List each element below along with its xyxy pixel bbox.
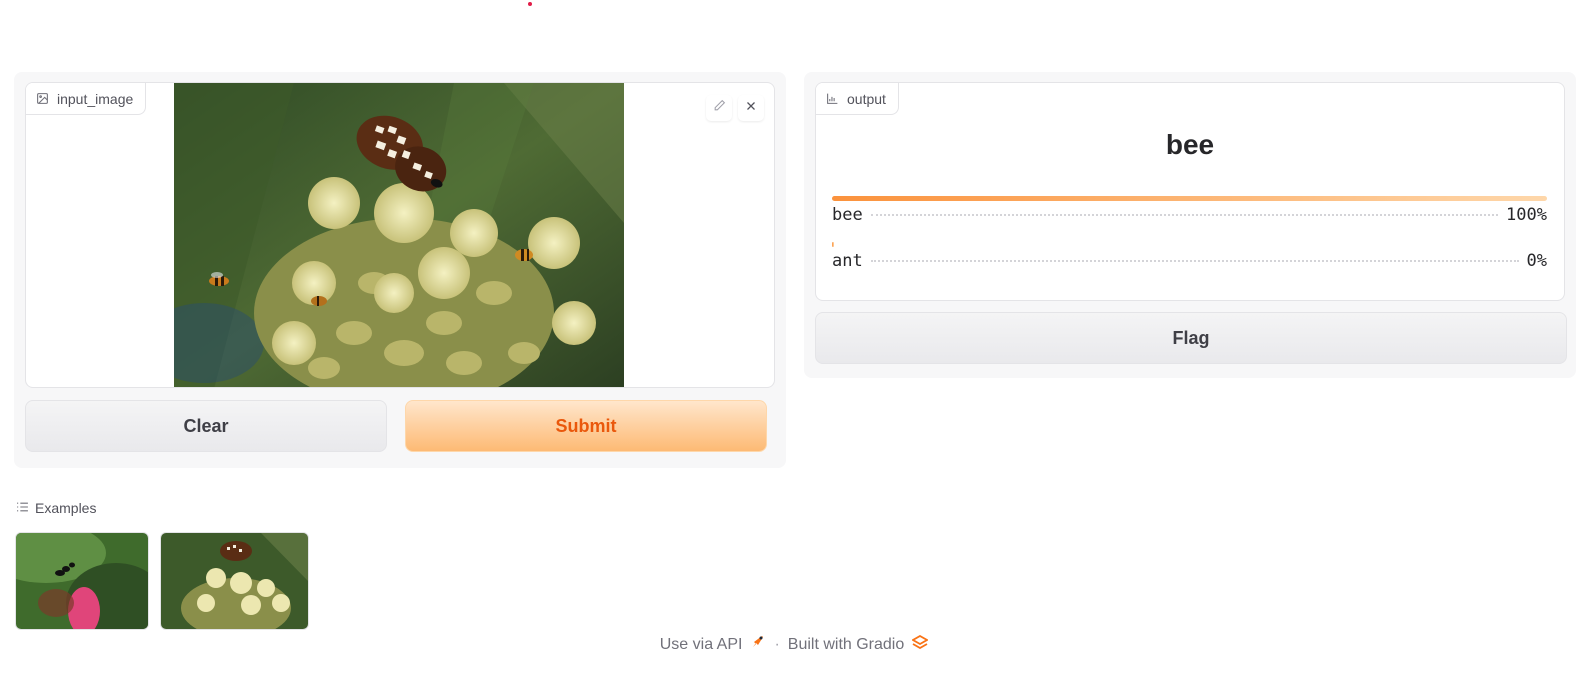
use-via-api-link[interactable]: Use via API bbox=[660, 634, 767, 655]
bar-chart-icon bbox=[826, 92, 839, 105]
predicted-label: bee bbox=[1165, 129, 1215, 160]
list-icon bbox=[16, 500, 29, 516]
example-butterfly-thumbnail[interactable] bbox=[160, 532, 309, 630]
confidence-bar bbox=[832, 242, 834, 247]
example-ant-thumbnail[interactable] bbox=[15, 532, 149, 630]
confidence-bar bbox=[832, 196, 1547, 201]
remove-image-button[interactable] bbox=[738, 95, 764, 121]
confidence-value: 0% bbox=[1526, 251, 1547, 271]
input-image-label-text: input_image bbox=[57, 90, 134, 107]
uploaded-image bbox=[174, 83, 624, 387]
footer-separator: · bbox=[774, 635, 780, 653]
pencil-icon bbox=[713, 99, 726, 117]
input-panel: input_image Clear Submit bbox=[14, 72, 786, 468]
built-with-gradio-text: Built with Gradio bbox=[787, 635, 905, 653]
rocket-icon bbox=[750, 634, 766, 655]
dotted-leader bbox=[870, 214, 1499, 216]
confidence-value: 100% bbox=[1506, 205, 1547, 225]
confidence-label: bee bbox=[832, 205, 863, 225]
output-label-text: output bbox=[847, 90, 886, 107]
output-label: output bbox=[816, 83, 899, 115]
confidence-label: ant bbox=[832, 251, 863, 271]
submit-button[interactable]: Submit bbox=[405, 400, 767, 452]
examples-title: Examples bbox=[35, 500, 97, 516]
label-output: output bee bee 100% ant 0% bbox=[815, 82, 1565, 301]
confidence-row: bee 100% bbox=[832, 196, 1547, 225]
examples-header: Examples bbox=[16, 500, 96, 516]
clear-button[interactable]: Clear bbox=[25, 400, 387, 452]
edit-image-button[interactable] bbox=[706, 95, 732, 121]
close-icon bbox=[745, 99, 757, 117]
gradio-logo-icon bbox=[911, 634, 930, 654]
footer: Use via API · Built with Gradio bbox=[0, 634, 1588, 655]
input-image-label: input_image bbox=[26, 83, 147, 115]
cursor-dot bbox=[528, 2, 532, 6]
image-icon bbox=[36, 92, 49, 105]
dotted-leader bbox=[870, 260, 1519, 262]
built-with-gradio-link[interactable]: Built with Gradio bbox=[787, 634, 930, 654]
image-upload-area[interactable]: input_image bbox=[25, 82, 775, 388]
flag-button[interactable]: Flag bbox=[815, 312, 1567, 364]
output-panel: output bee bee 100% ant 0% Flag bbox=[804, 72, 1576, 378]
use-via-api-text: Use via API bbox=[659, 635, 743, 653]
confidence-row: ant 0% bbox=[832, 242, 1547, 271]
